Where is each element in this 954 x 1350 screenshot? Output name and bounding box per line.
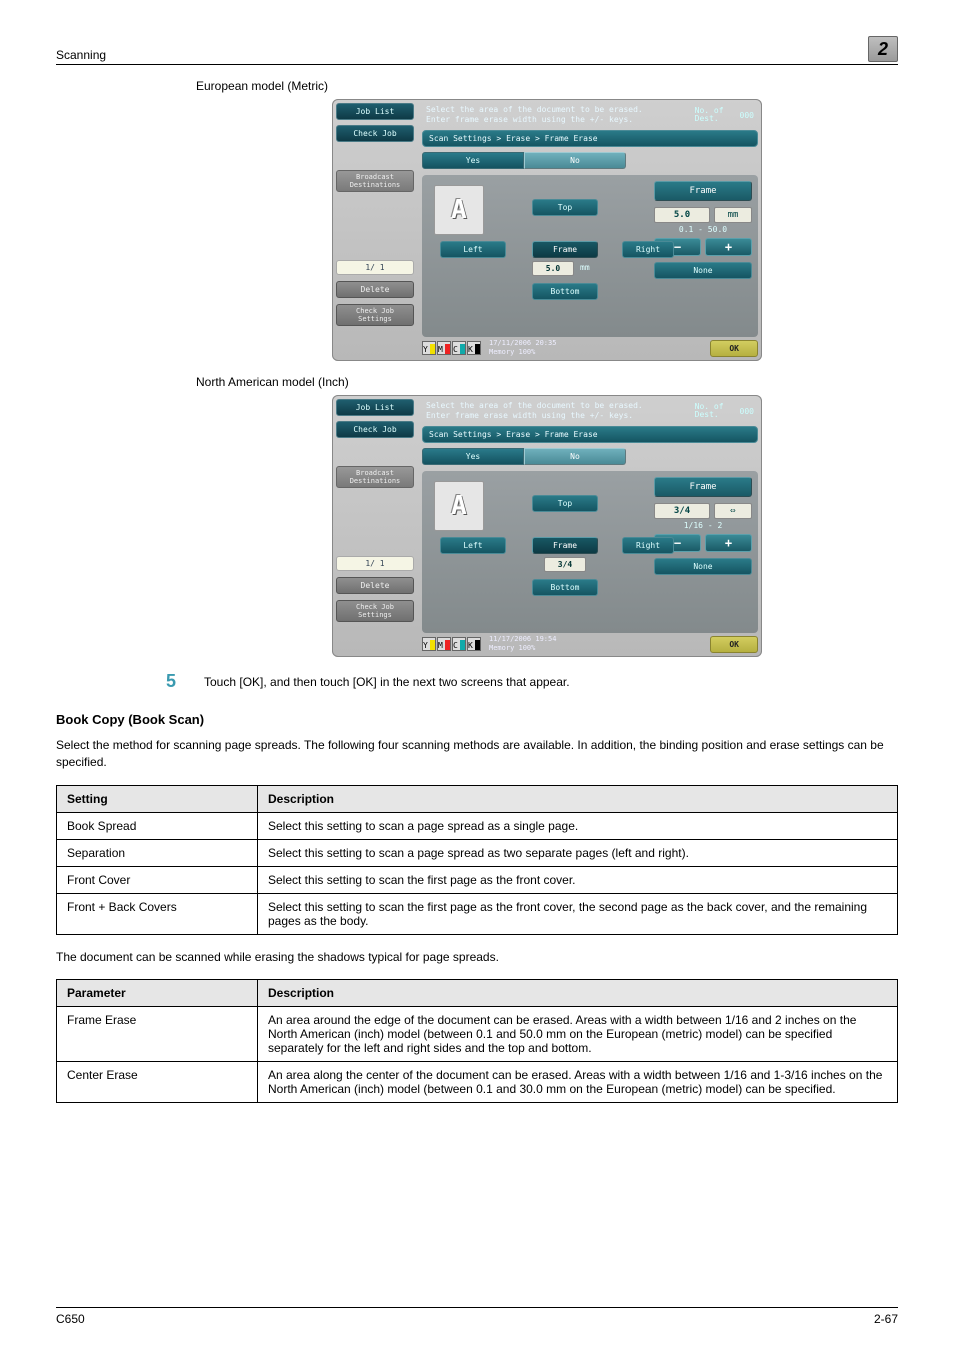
- datetime: 11/17/2006 19:54: [489, 635, 556, 644]
- toner-levels: Y M C K: [422, 341, 481, 355]
- bottom-button[interactable]: Bottom: [532, 579, 598, 596]
- right-button[interactable]: Right: [622, 241, 674, 258]
- th-description: Description: [258, 785, 898, 812]
- side-range: 0.1 - 50.0: [654, 225, 752, 234]
- frame-value: 5.0: [532, 261, 574, 276]
- side-value: 3/4: [654, 503, 710, 519]
- preview-icon: A: [434, 481, 484, 531]
- table-row: SeparationSelect this setting to scan a …: [57, 839, 898, 866]
- side-unit: mm: [714, 207, 752, 223]
- screenshot-inch: Job List Check Job Broadcast Destination…: [332, 395, 762, 657]
- pager: 1/ 1: [336, 260, 414, 275]
- no-button[interactable]: No: [524, 152, 626, 169]
- dest-count: 000: [740, 407, 754, 416]
- instruction-line1: Select the area of the document to be er…: [426, 401, 643, 411]
- delete-button[interactable]: Delete: [336, 281, 414, 298]
- footer-model: C650: [56, 1312, 85, 1326]
- broadcast-label: Broadcast Destinations: [336, 170, 414, 192]
- none-button[interactable]: None: [654, 262, 752, 279]
- no-button[interactable]: No: [524, 448, 626, 465]
- delete-button[interactable]: Delete: [336, 577, 414, 594]
- check-job-button[interactable]: Check Job: [336, 421, 414, 438]
- frame-label: Frame: [532, 241, 598, 258]
- section-title: Book Copy (Book Scan): [56, 712, 898, 727]
- side-value: 5.0: [654, 207, 710, 223]
- right-button[interactable]: Right: [622, 537, 674, 554]
- frame-label: Frame: [532, 537, 598, 554]
- check-job-button[interactable]: Check Job: [336, 125, 414, 142]
- memory: Memory 100%: [489, 644, 556, 653]
- left-button[interactable]: Left: [440, 241, 506, 258]
- caption-metric: European model (Metric): [196, 79, 898, 93]
- preview-icon: A: [434, 185, 484, 235]
- dest-label: No. of Dest.: [695, 403, 724, 419]
- chapter-badge: 2: [868, 36, 898, 62]
- plus-button[interactable]: +: [705, 534, 752, 552]
- th-parameter: Parameter: [57, 980, 258, 1007]
- step-number: 5: [166, 671, 184, 692]
- th-description: Description: [258, 980, 898, 1007]
- job-list-button[interactable]: Job List: [336, 399, 414, 416]
- table-row: Frame EraseAn area around the edge of th…: [57, 1007, 898, 1062]
- top-button[interactable]: Top: [532, 199, 598, 216]
- toner-levels: Y M C K: [422, 637, 481, 651]
- side-range: 1/16 - 2: [654, 521, 752, 530]
- screenshot-metric: Job List Check Job Broadcast Destination…: [332, 99, 762, 361]
- table-row: Book SpreadSelect this setting to scan a…: [57, 812, 898, 839]
- header-section: Scanning: [56, 48, 106, 62]
- table-row: Front CoverSelect this setting to scan t…: [57, 866, 898, 893]
- settings-table: Setting Description Book SpreadSelect th…: [56, 785, 898, 935]
- dest-count: 000: [740, 111, 754, 120]
- ok-button[interactable]: OK: [710, 636, 758, 653]
- broadcast-label: Broadcast Destinations: [336, 466, 414, 488]
- pager: 1/ 1: [336, 556, 414, 571]
- instruction-line2: Enter frame erase width using the +/- ke…: [426, 115, 643, 125]
- check-settings-button[interactable]: Check Job Settings: [336, 304, 414, 326]
- side-frame-label: Frame: [654, 181, 752, 201]
- breadcrumb: Scan Settings > Erase > Frame Erase: [422, 426, 758, 443]
- table-row: Front + Back CoversSelect this setting t…: [57, 893, 898, 934]
- plus-button[interactable]: +: [705, 238, 752, 256]
- left-button[interactable]: Left: [440, 537, 506, 554]
- top-button[interactable]: Top: [532, 495, 598, 512]
- instruction-line1: Select the area of the document to be er…: [426, 105, 643, 115]
- step-text: Touch [OK], and then touch [OK] in the n…: [204, 671, 570, 692]
- yes-button[interactable]: Yes: [422, 448, 524, 465]
- th-setting: Setting: [57, 785, 258, 812]
- dest-label: No. of Dest.: [695, 107, 724, 123]
- ok-button[interactable]: OK: [710, 340, 758, 357]
- side-frame-label: Frame: [654, 477, 752, 497]
- parameters-table: Parameter Description Frame EraseAn area…: [56, 979, 898, 1103]
- none-button[interactable]: None: [654, 558, 752, 575]
- memory: Memory 100%: [489, 348, 556, 357]
- table-row: Center EraseAn area along the center of …: [57, 1062, 898, 1103]
- section-intro: Select the method for scanning page spre…: [56, 737, 898, 771]
- mid-text: The document can be scanned while erasin…: [56, 949, 898, 966]
- caption-inch: North American model (Inch): [196, 375, 898, 389]
- frame-value: 3/4: [544, 557, 586, 572]
- instruction-line2: Enter frame erase width using the +/- ke…: [426, 411, 643, 421]
- bottom-button[interactable]: Bottom: [532, 283, 598, 300]
- datetime: 17/11/2006 20:35: [489, 339, 556, 348]
- breadcrumb: Scan Settings > Erase > Frame Erase: [422, 130, 758, 147]
- job-list-button[interactable]: Job List: [336, 103, 414, 120]
- yes-button[interactable]: Yes: [422, 152, 524, 169]
- side-unit: ⇔: [714, 503, 752, 519]
- check-settings-button[interactable]: Check Job Settings: [336, 600, 414, 622]
- frame-unit: mm: [580, 263, 590, 272]
- footer-page: 2-67: [874, 1312, 898, 1326]
